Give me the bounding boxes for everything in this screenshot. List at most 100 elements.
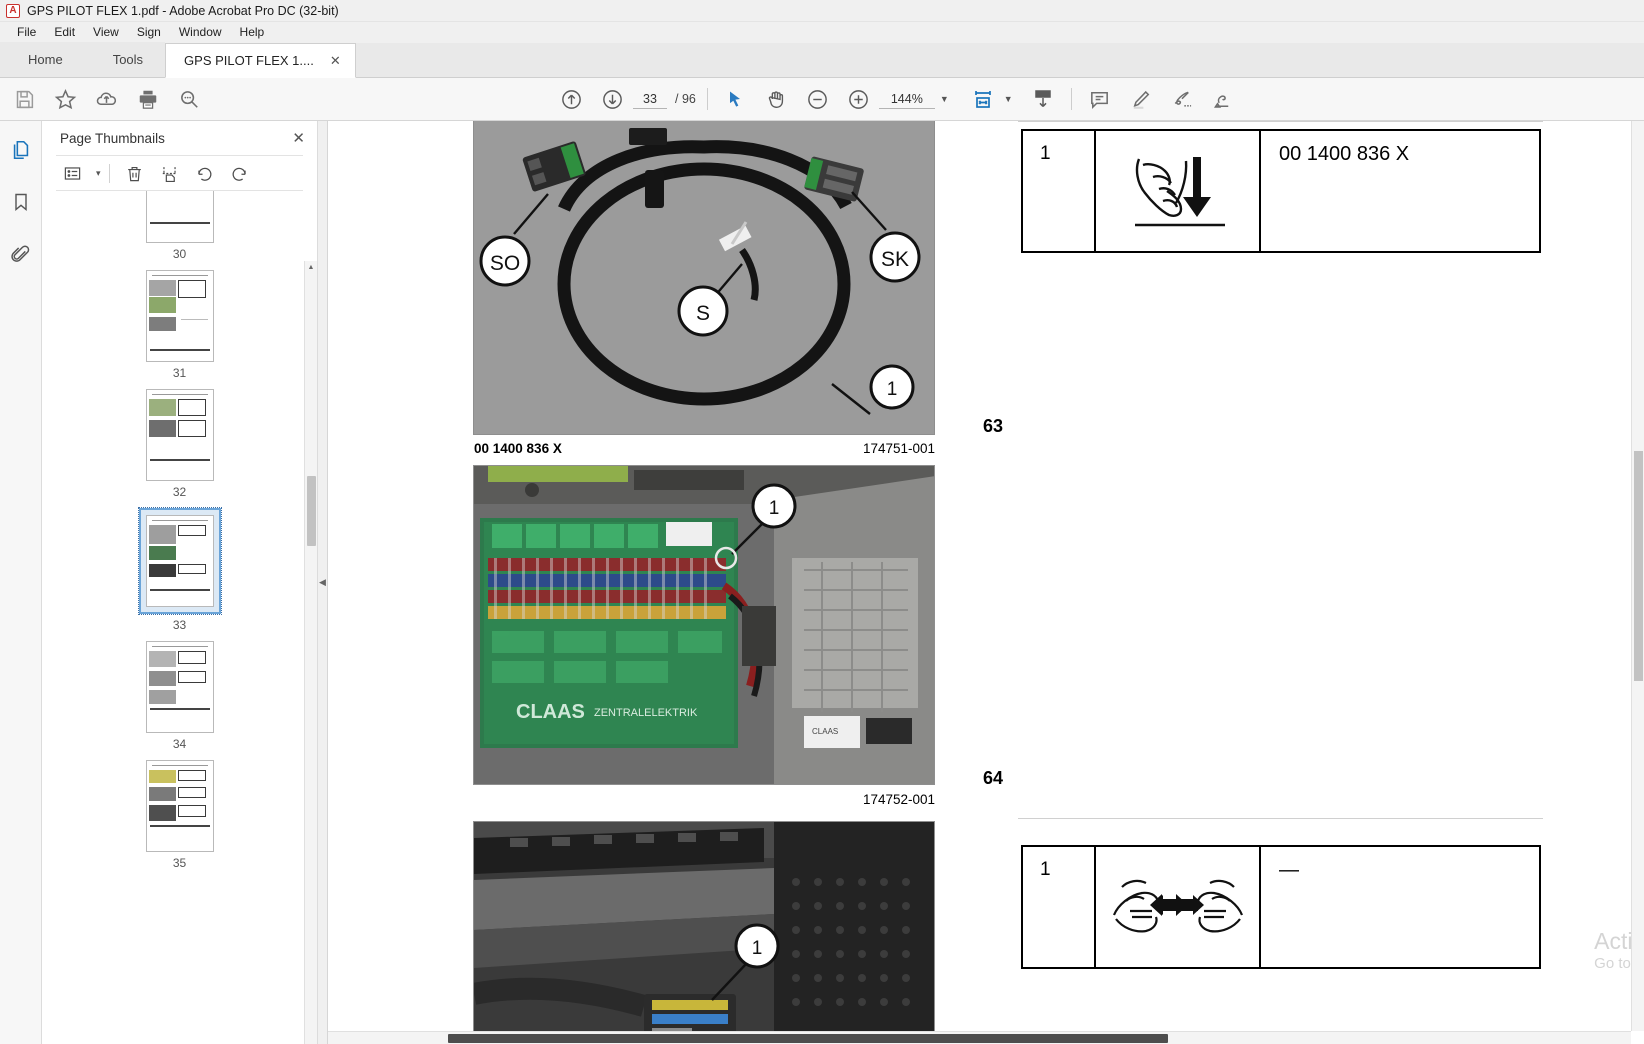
scroll-up-arrow-icon[interactable]: ▲ <box>305 261 317 274</box>
connector-bracket-photo: 1 <box>473 821 935 1044</box>
toolbar-divider-1 <box>706 88 708 110</box>
menu-file[interactable]: File <box>8 22 45 43</box>
tab-home[interactable]: Home <box>0 42 91 77</box>
panel-collapse-handle[interactable]: ◀ <box>318 121 328 1044</box>
chevron-down-icon-thumb-options[interactable]: ▾ <box>96 168 101 179</box>
fill-and-sign-icon[interactable] <box>1161 79 1202 120</box>
app-body: Page Thumbnails ✕ ▾ 30 31 32 33 34 35 ▲ … <box>0 121 1644 1044</box>
navigation-rail <box>0 121 42 1044</box>
sidebar-item-attachments[interactable] <box>6 239 36 269</box>
chevron-down-icon[interactable]: ▼ <box>940 94 949 104</box>
tab-document[interactable]: GPS PILOT FLEX 1.... ✕ <box>165 43 356 78</box>
list-item[interactable]: 32 <box>42 389 317 499</box>
hand-icon[interactable] <box>756 79 797 120</box>
thumbnail-number: 30 <box>172 247 187 261</box>
svg-text:1: 1 <box>769 498 780 519</box>
zoom-out-icon[interactable] <box>797 79 838 120</box>
thumbnail-number: 35 <box>172 856 187 870</box>
tab-tools[interactable]: Tools <box>90 42 166 77</box>
list-item[interactable]: 34 <box>42 641 317 751</box>
window-titlebar: A GPS PILOT FLEX 1.pdf - Adobe Acrobat P… <box>0 0 1644 22</box>
thumbnail-number: 34 <box>172 737 187 751</box>
section-number-64: 64 <box>983 768 1004 788</box>
list-item[interactable]: 30 <box>42 191 317 261</box>
save-icon[interactable] <box>4 79 45 120</box>
scrollbar-thumb[interactable] <box>307 476 316 546</box>
spec-table-63-part-cell: 00 1400 836 X <box>1261 131 1539 251</box>
thumbnail-page <box>145 389 214 481</box>
pcb-type-label: ZENTRALELEKTRIK <box>594 707 698 719</box>
scrollbar-thumb-horizontal[interactable] <box>448 1034 1168 1043</box>
sidebar-item-bookmarks[interactable] <box>6 187 36 217</box>
spec-table-63: 1 00 1400 836 X <box>1021 129 1541 253</box>
highlighter-icon[interactable] <box>1120 79 1161 120</box>
list-options-icon[interactable] <box>56 156 89 190</box>
rotate-clockwise-icon[interactable] <box>223 156 256 190</box>
list-item[interactable]: 31 <box>42 270 317 380</box>
hand-press-down-icon <box>1096 131 1261 251</box>
sidebar-item-page-thumbnails[interactable] <box>6 135 36 165</box>
thumbnail-page <box>145 191 214 243</box>
thumbnails-divider <box>108 163 110 183</box>
page-number-input[interactable] <box>633 89 667 109</box>
upload-cloud-icon[interactable] <box>86 79 127 120</box>
svg-text:SK: SK <box>881 248 909 271</box>
page-up-icon[interactable] <box>551 79 592 120</box>
menu-help[interactable]: Help <box>231 22 274 43</box>
document-vertical-scrollbar[interactable] <box>1631 121 1644 1031</box>
select-cursor-icon[interactable] <box>715 79 756 120</box>
thumbnails-panel-title: Page Thumbnails <box>60 130 165 146</box>
rotate-counterclockwise-icon[interactable] <box>188 156 221 190</box>
svg-text:CLAAS: CLAAS <box>812 727 838 736</box>
chevron-down-icon-fit[interactable]: ▼ <box>1004 94 1013 104</box>
document-horizontal-scrollbar[interactable] <box>328 1031 1631 1044</box>
page-down-icon[interactable] <box>592 79 633 120</box>
search-icon[interactable] <box>168 79 209 120</box>
central-electrics-photo: CLAAS CLAAS ZENTRALELEKTRIK 1 <box>473 465 935 785</box>
zoom-in-icon[interactable] <box>838 79 879 120</box>
zoom-level-input[interactable] <box>878 89 935 109</box>
page-total-label: / 96 <box>675 92 696 106</box>
document-view[interactable]: SO SK S 1 00 1400 836 X 174751-001 CLAAS… <box>328 121 1644 1044</box>
close-icon[interactable]: ✕ <box>330 53 341 69</box>
close-icon-panel[interactable]: ✕ <box>292 129 305 147</box>
section-rule-bottom <box>1018 818 1543 819</box>
window-title: GPS PILOT FLEX 1.pdf - Adobe Acrobat Pro… <box>27 3 339 18</box>
thumbnail-page <box>145 760 214 852</box>
spec-part-number: — <box>1279 859 1299 881</box>
extract-pages-icon[interactable] <box>153 156 186 190</box>
menu-sign[interactable]: Sign <box>128 22 170 43</box>
stamp-icon[interactable] <box>1202 79 1243 120</box>
trash-icon[interactable] <box>118 156 151 190</box>
scroll-mode-icon[interactable] <box>1023 79 1064 120</box>
print-icon[interactable] <box>127 79 168 120</box>
figure-2-caption-right: 174752-001 <box>863 792 936 807</box>
menu-edit[interactable]: Edit <box>45 22 84 43</box>
scrollbar-thumb-vertical[interactable] <box>1634 451 1643 681</box>
thumbnails-list[interactable]: 30 31 32 33 34 35 ▲ <box>42 191 317 1044</box>
thumbnails-panel-header: Page Thumbnails ✕ <box>42 121 317 155</box>
star-icon[interactable] <box>45 79 86 120</box>
thumbnails-scrollbar[interactable]: ▲ <box>304 261 317 1044</box>
acrobat-icon: A <box>6 3 20 18</box>
menu-view[interactable]: View <box>84 22 128 43</box>
spec-table-64: 1 — <box>1021 845 1541 969</box>
thumbnails-toolbar: ▾ <box>56 155 303 191</box>
fit-width-icon[interactable] <box>963 79 1004 120</box>
thumbnail-page <box>145 515 214 607</box>
spec-part-number: 00 1400 836 X <box>1279 143 1410 165</box>
menu-bar: File Edit View Sign Window Help <box>0 22 1644 43</box>
pcb-brand-label: CLAAS <box>516 701 585 723</box>
comment-icon[interactable] <box>1079 79 1120 120</box>
page-thumbnails-panel: Page Thumbnails ✕ ▾ 30 31 32 33 34 35 ▲ <box>42 121 318 1044</box>
two-hands-connect-icon <box>1096 847 1261 967</box>
pdf-page: SO SK S 1 00 1400 836 X 174751-001 CLAAS… <box>328 121 1644 1044</box>
list-item[interactable]: 35 <box>42 760 317 870</box>
thumbnail-page <box>145 641 214 733</box>
list-item-selected[interactable]: 33 <box>42 507 317 632</box>
menu-window[interactable]: Window <box>170 22 231 43</box>
figure-1-caption-left: 00 1400 836 X <box>474 441 562 456</box>
thumbnail-number: 32 <box>172 485 187 499</box>
svg-text:S: S <box>696 302 710 325</box>
spec-table-64-position-cell: 1 <box>1023 847 1096 967</box>
